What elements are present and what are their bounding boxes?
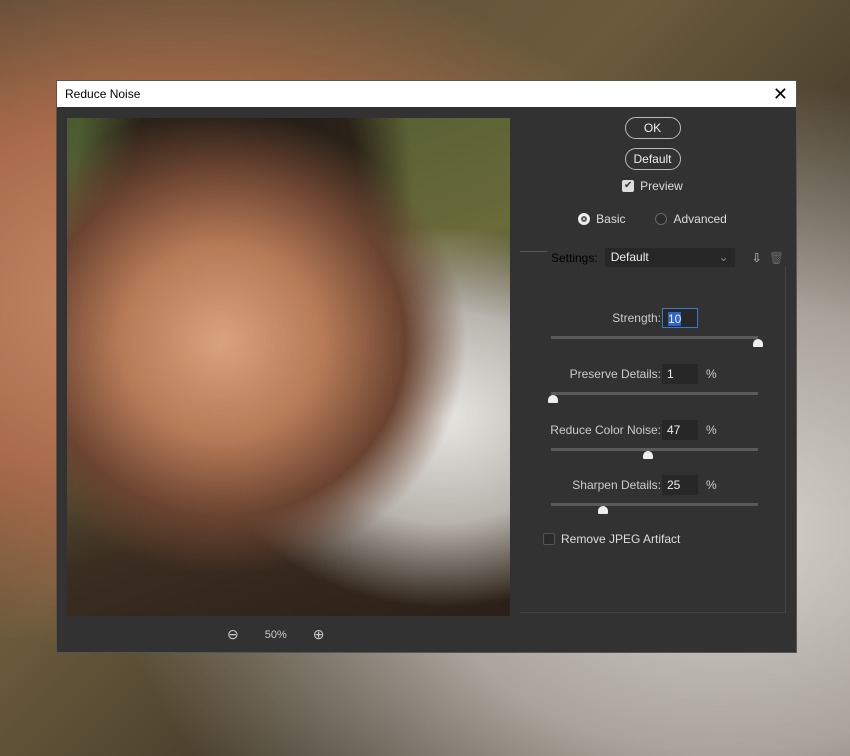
zoom-in-icon[interactable]: ⊕ (313, 626, 325, 643)
dialog-title: Reduce Noise (65, 87, 141, 101)
slider-track[interactable] (551, 448, 758, 451)
slider-thumb[interactable] (643, 451, 654, 459)
slider-track[interactable] (551, 503, 758, 506)
trash-icon[interactable]: 🗑 (769, 251, 784, 265)
zoom-bar: ⊖ 50% ⊕ (227, 626, 325, 643)
settings-value: Default (610, 250, 649, 264)
slider-thumb[interactable] (753, 339, 763, 347)
radio-selected-icon (578, 213, 591, 225)
field-input[interactable]: 1 (662, 364, 698, 384)
slider-thumb[interactable] (548, 395, 559, 403)
preview-label: Preview (640, 179, 683, 193)
field-value: 47 (667, 423, 681, 437)
unit-label: % (706, 478, 717, 492)
save-preset-icon[interactable]: ⇩ (752, 251, 762, 265)
field-value: 10 (668, 312, 682, 326)
remove-jpeg-label: Remove JPEG Artifact (561, 532, 681, 546)
slider-thumb[interactable] (597, 506, 608, 514)
checkbox-unchecked-icon (543, 533, 555, 545)
unit-label: % (706, 423, 717, 437)
radio-advanced[interactable]: Advanced (655, 212, 727, 226)
checkbox-checked-icon: ✔ (622, 180, 635, 192)
preview-checkbox[interactable]: ✔ Preview (520, 179, 785, 193)
zoom-level: 50% (264, 628, 287, 641)
field-value: 25 (667, 478, 681, 492)
field-input[interactable]: 25 (662, 475, 698, 495)
zoom-out-icon[interactable]: ⊖ (227, 626, 239, 643)
default-button[interactable]: Default (624, 148, 681, 170)
field-input[interactable]: 10 (662, 308, 698, 328)
radio-unselected-icon (655, 213, 668, 225)
ok-button[interactable]: OK (624, 117, 681, 139)
unit-label: % (706, 367, 717, 381)
field-label: Reduce Color Noise: (550, 423, 661, 437)
radio-basic[interactable]: Basic (578, 212, 625, 226)
title-bar: Reduce Noise ✕ (57, 81, 796, 107)
field-label: Strength: (612, 311, 661, 325)
reduce-noise-dialog: Reduce Noise ✕ ⊖ 50% ⊕ OK Default ✔ Prev… (56, 80, 797, 653)
field-input[interactable]: 47 (662, 420, 698, 440)
field-value: 1 (667, 367, 674, 381)
chevron-down-icon: ⌄ (718, 250, 729, 264)
field-label: Preserve Details: (569, 367, 661, 381)
field-label: Sharpen Details: (572, 478, 661, 492)
advanced-label: Advanced (673, 212, 727, 226)
settings-panel: Settings: Default ⌄ ⇩ 🗑 Strength: 10 Pres… (520, 248, 788, 613)
slider-track[interactable] (551, 392, 758, 395)
preview-image[interactable] (67, 118, 510, 616)
remove-jpeg-checkbox[interactable]: Remove JPEG Artifact (543, 532, 680, 546)
settings-dropdown[interactable]: Default ⌄ (604, 248, 735, 267)
settings-label: Settings: (551, 250, 598, 265)
slider-track[interactable] (551, 336, 758, 339)
basic-label: Basic (596, 212, 626, 226)
close-icon[interactable]: ✕ (773, 84, 788, 105)
